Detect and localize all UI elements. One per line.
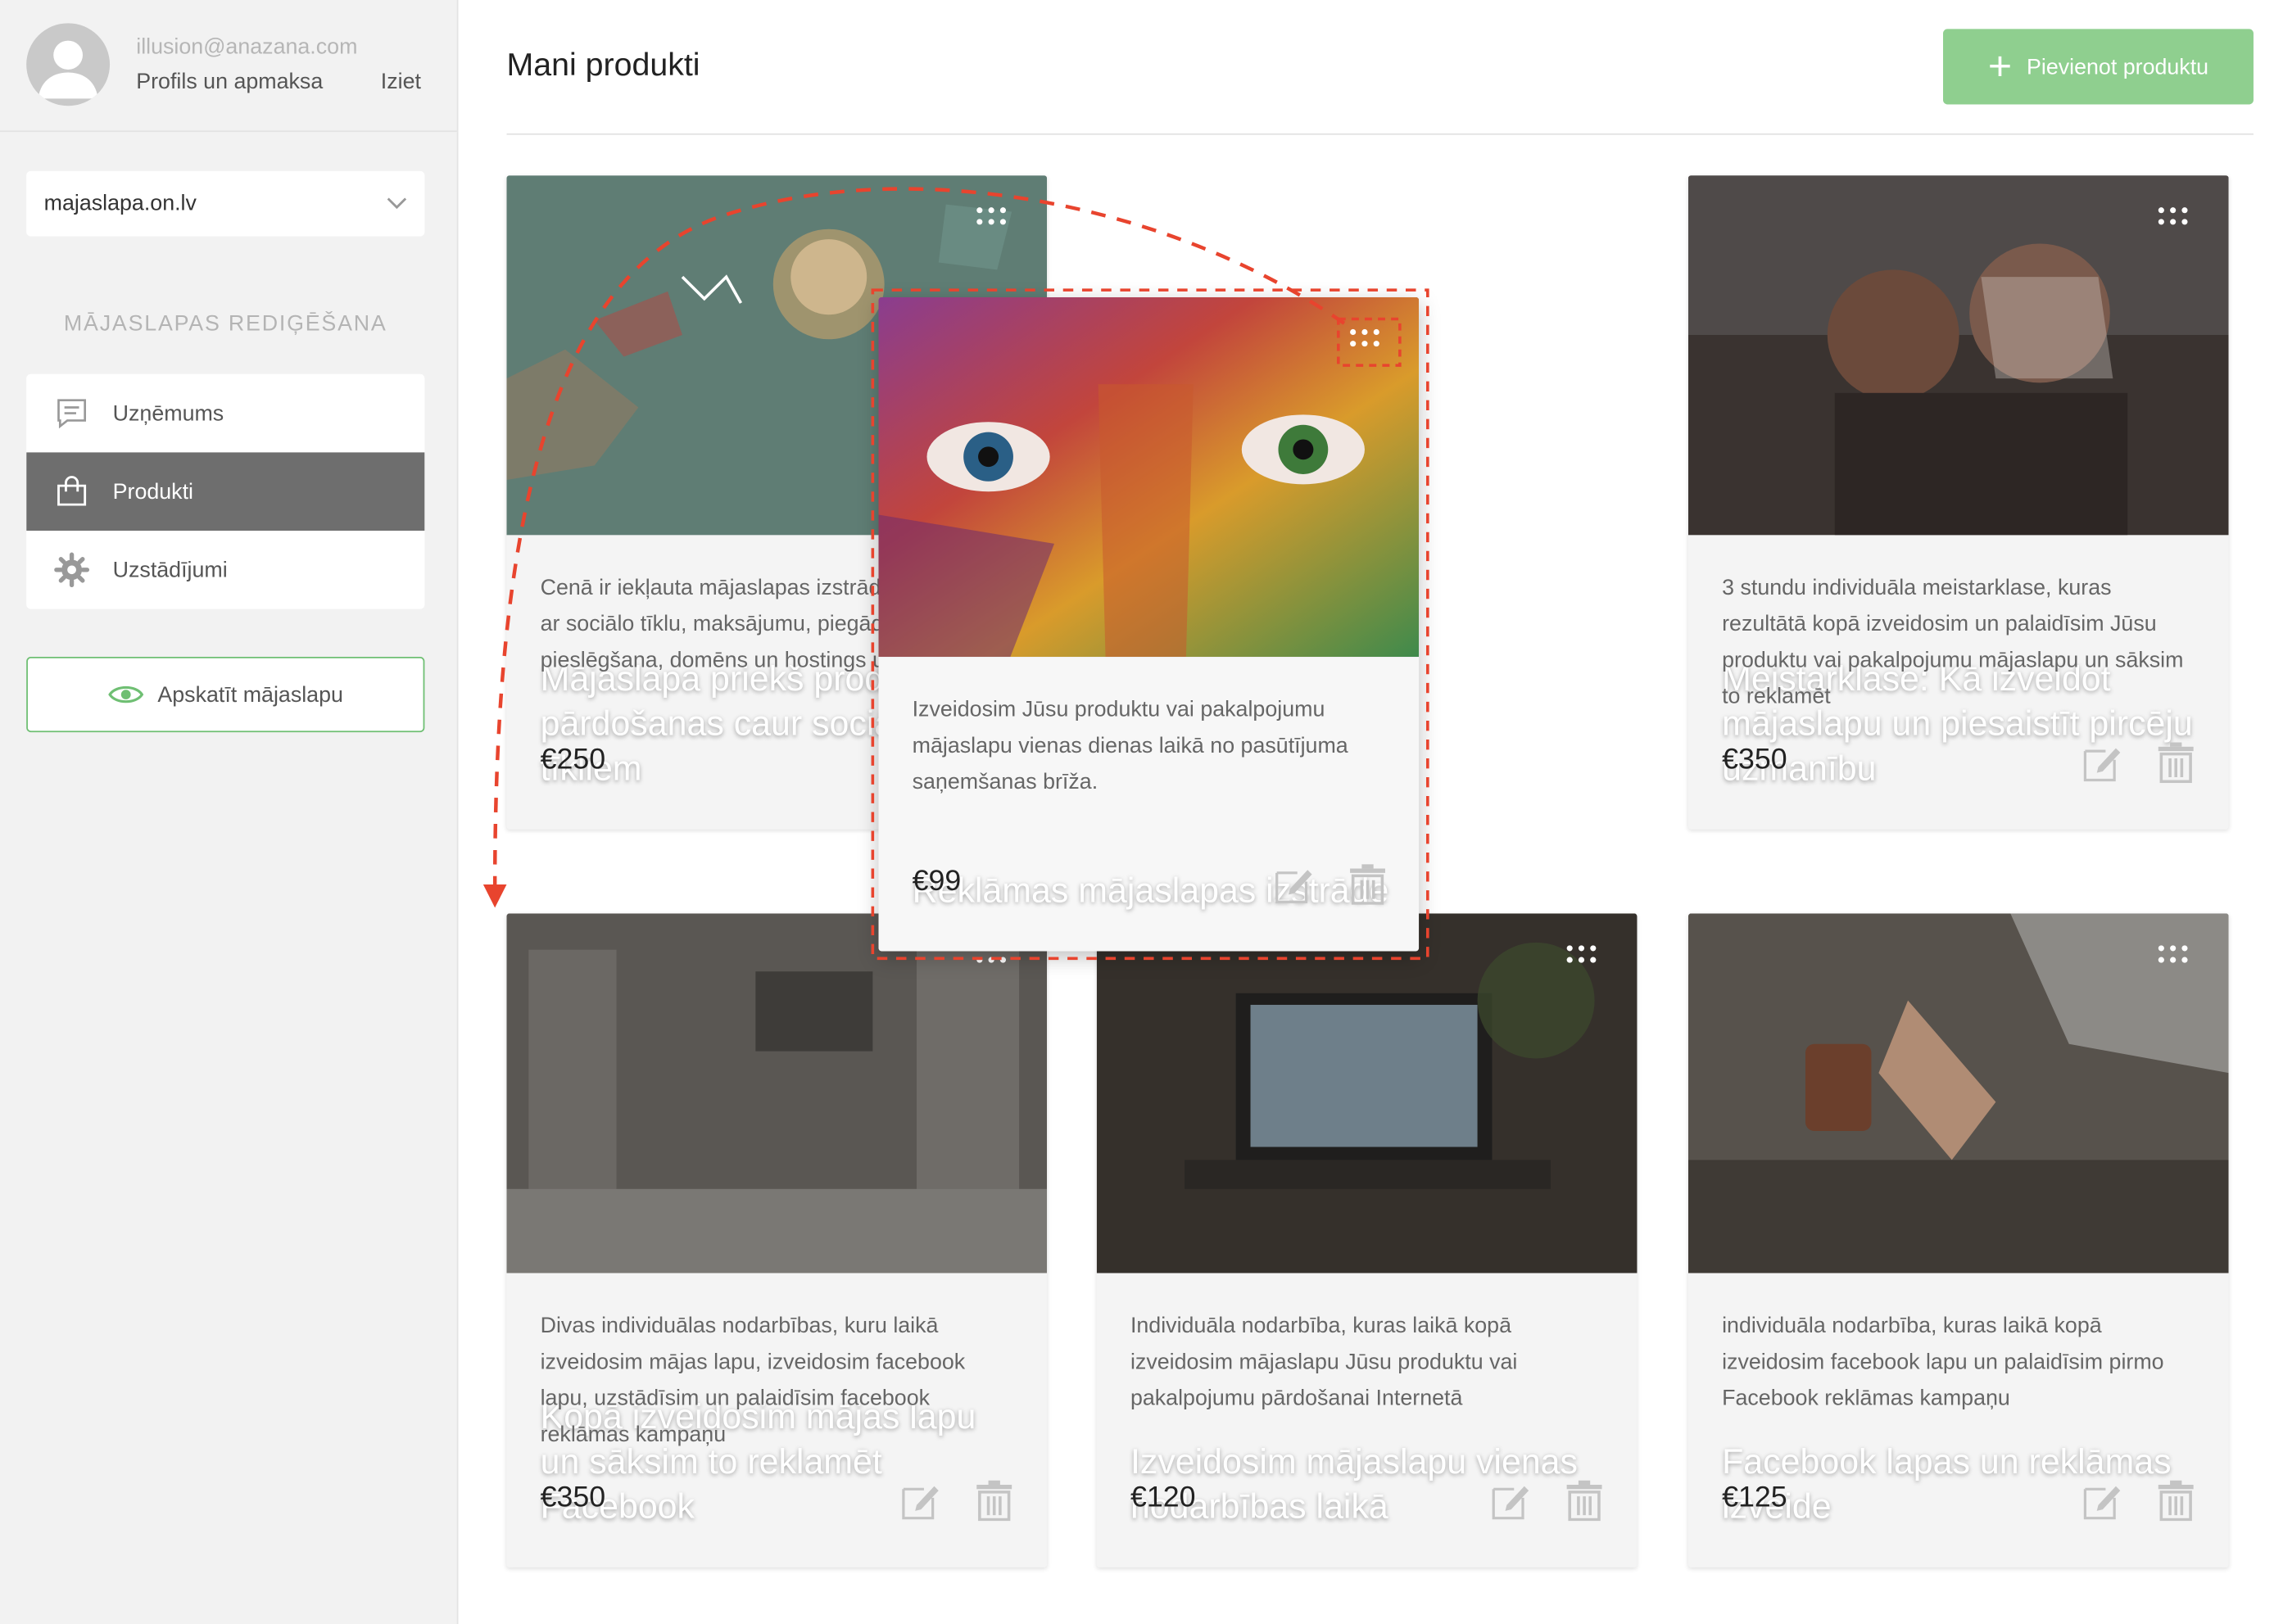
add-product-label: Pievienot produktu	[2026, 54, 2209, 79]
profile-billing-link[interactable]: Profils un apmaksa	[136, 70, 323, 94]
trash-icon[interactable]	[2155, 742, 2196, 784]
user-icon	[38, 40, 98, 99]
profile-header: illusion@anazana.com Profils un apmaksa …	[0, 0, 457, 133]
product-price: €250	[540, 744, 606, 776]
product-card[interactable]: Kopā izveidosim mājas lapu un sāksim to …	[506, 913, 1048, 1567]
edit-icon[interactable]	[899, 1481, 940, 1522]
product-price: €99	[912, 865, 962, 898]
drag-handle-icon[interactable]	[2158, 207, 2196, 233]
sidebar-nav: Uzņēmums Produkti Uzstādījumi	[26, 373, 425, 609]
product-title: Facebook lapas un reklāmas izveide	[1722, 1442, 2172, 1527]
product-price: €350	[540, 1482, 606, 1514]
edit-icon[interactable]	[1489, 1481, 1530, 1522]
trash-icon[interactable]	[2155, 1480, 2196, 1522]
trash-icon[interactable]	[1564, 1480, 1605, 1522]
shopping-bag-icon	[52, 473, 90, 510]
product-price: €350	[1722, 744, 1787, 776]
product-price: €125	[1722, 1482, 1787, 1514]
gear-icon	[52, 551, 90, 589]
product-image	[1687, 175, 2229, 536]
product-card[interactable]: Izveidosim mājaslapu vienas nodarbības l…	[1096, 913, 1638, 1567]
site-select-value: majaslapa.on.lv	[43, 191, 197, 216]
view-website-label: Apskatīt mājaslapu	[157, 682, 343, 708]
sidebar-item-label: Uzstādījumi	[112, 557, 228, 582]
add-product-button[interactable]: + Pievienot produktu	[1943, 29, 2254, 105]
eye-icon	[107, 685, 143, 703]
sidebar-item-products[interactable]: Produkti	[26, 452, 425, 532]
product-title: Reklāmas mājaslapas izstrāde	[912, 871, 1389, 911]
dragged-product-card[interactable]: Reklāmas mājaslapas izstrāde Izveidosim …	[878, 296, 1420, 952]
product-image	[1687, 913, 2229, 1273]
header-divider	[506, 133, 2254, 135]
product-description: Individuāla nodarbība, kuras laikā kopā …	[1130, 1314, 1518, 1411]
product-image	[1096, 913, 1638, 1273]
product-card[interactable]: Facebook lapas un reklāmas izveide indiv…	[1687, 913, 2229, 1567]
drag-handle-icon[interactable]	[1350, 328, 1388, 355]
section-title: MĀJASLAPAS REDIĢĒŠANA	[63, 311, 387, 337]
avatar[interactable]	[26, 23, 111, 106]
logout-link[interactable]: Iziet	[381, 70, 421, 94]
arrow-head-icon	[482, 884, 507, 908]
edit-icon[interactable]	[1272, 864, 1313, 905]
product-description: 3 stundu individuāla meistarklase, kuras…	[1722, 575, 2184, 709]
product-price: €120	[1130, 1482, 1196, 1514]
product-image	[878, 296, 1420, 658]
trash-icon[interactable]	[974, 1480, 1015, 1522]
sidebar: illusion@anazana.com Profils un apmaksa …	[0, 0, 459, 1624]
sidebar-item-label: Uzņēmums	[112, 400, 224, 426]
product-card[interactable]: Meistarklase: Kā izveidot mājaslapu un p…	[1687, 175, 2229, 830]
site-select[interactable]: majaslapa.on.lv	[26, 170, 425, 237]
sidebar-item-settings[interactable]: Uzstādījumi	[26, 531, 424, 609]
chevron-down-icon	[387, 197, 407, 210]
drag-handle-icon[interactable]	[1566, 945, 1605, 971]
drag-handle-icon[interactable]	[2158, 945, 2196, 971]
sidebar-item-company[interactable]: Uzņēmums	[26, 374, 424, 453]
user-email: illusion@anazana.com	[136, 34, 358, 60]
product-image	[506, 913, 1048, 1273]
plus-icon: +	[1987, 43, 2013, 89]
product-description: Izveidosim Jūsu produktu vai pakalpojumu…	[912, 697, 1348, 795]
view-website-button[interactable]: Apskatīt mājaslapu	[26, 657, 425, 733]
product-description: Divas individuālas nodarbības, kuru laik…	[540, 1314, 966, 1447]
product-title: Izveidosim mājaslapu vienas nodarbības l…	[1130, 1442, 1579, 1527]
message-icon	[52, 395, 90, 432]
edit-icon[interactable]	[2081, 742, 2122, 783]
page-title: Mani produkti	[506, 46, 700, 83]
trash-icon[interactable]	[1348, 864, 1388, 905]
product-description: individuāla nodarbība, kuras laikā kopā …	[1722, 1314, 2164, 1411]
sidebar-item-label: Produkti	[112, 479, 194, 504]
drag-handle-icon[interactable]	[976, 207, 1014, 233]
edit-icon[interactable]	[2081, 1481, 2122, 1522]
